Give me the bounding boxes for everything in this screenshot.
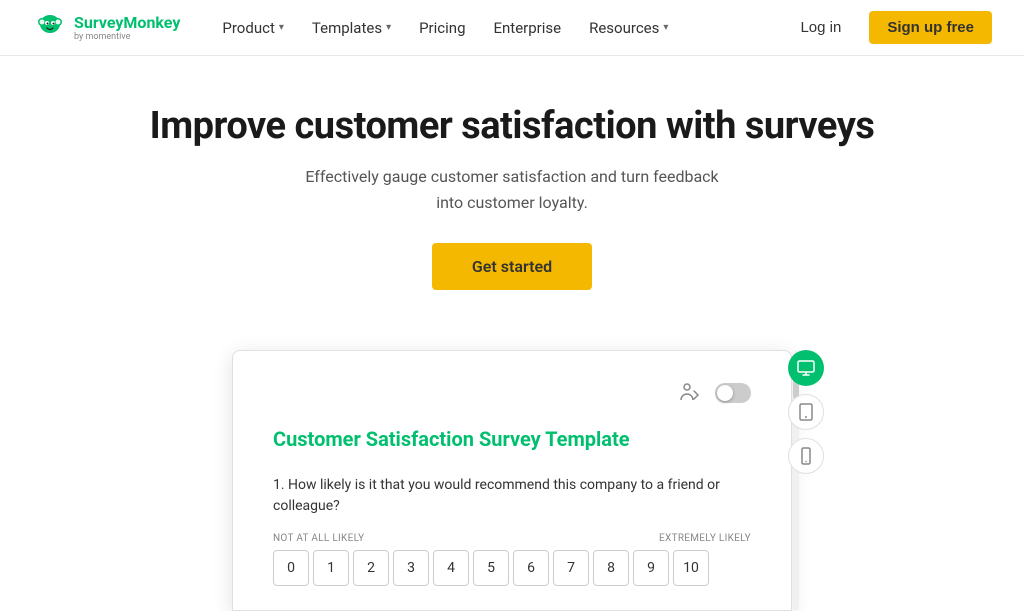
survey-title: Customer Satisfaction Survey Template: [273, 427, 751, 451]
chevron-down-icon: ▾: [386, 22, 391, 33]
get-started-button[interactable]: Get started: [432, 243, 592, 290]
login-button[interactable]: Log in: [784, 11, 857, 44]
logo[interactable]: SurveyMonkey by momentive: [32, 10, 180, 46]
nav-item-enterprise[interactable]: Enterprise: [484, 13, 572, 43]
accessibility-icon: [679, 383, 703, 403]
scale-num-8[interactable]: 8: [593, 550, 629, 586]
nav-item-pricing[interactable]: Pricing: [409, 13, 475, 43]
scale-label-right: EXTREMELY LIKELY: [659, 533, 751, 544]
scale-num-5[interactable]: 5: [473, 550, 509, 586]
chevron-down-icon: ▾: [279, 22, 284, 33]
nav-links: Product ▾ Templates ▾ Pricing Enterprise…: [212, 13, 678, 43]
scale-num-0[interactable]: 0: [273, 550, 309, 586]
scale-num-4[interactable]: 4: [433, 550, 469, 586]
nav-label-templates: Templates: [312, 19, 382, 37]
scale-num-2[interactable]: 2: [353, 550, 389, 586]
scale-labels: NOT AT ALL LIKELY EXTREMELY LIKELY: [273, 533, 751, 544]
scale-num-7[interactable]: 7: [553, 550, 589, 586]
brand-tagline: by momentive: [74, 32, 180, 42]
card-top-bar: [273, 383, 751, 403]
brand-name: SurveyMonkey: [74, 13, 180, 32]
nav-label-resources: Resources: [589, 19, 659, 37]
survey-card: Customer Satisfaction Survey Template 1.…: [232, 350, 792, 611]
hero-section: Improve customer satisfaction with surve…: [0, 56, 1024, 322]
scale-container: NOT AT ALL LIKELY EXTREMELY LIKELY 0 1 2…: [273, 533, 751, 586]
tablet-view-button[interactable]: [788, 394, 824, 430]
nav-item-templates[interactable]: Templates ▾: [302, 13, 401, 43]
scale-num-1[interactable]: 1: [313, 550, 349, 586]
scale-num-6[interactable]: 6: [513, 550, 549, 586]
scale-num-10[interactable]: 10: [673, 550, 709, 586]
navbar: SurveyMonkey by momentive Product ▾ Temp…: [0, 0, 1024, 56]
scale-num-3[interactable]: 3: [393, 550, 429, 586]
navbar-left: SurveyMonkey by momentive Product ▾ Temp…: [32, 10, 678, 46]
scale-numbers: 0 1 2 3 4 5 6 7 8 9 10: [273, 550, 751, 586]
mobile-view-button[interactable]: [788, 438, 824, 474]
scale-label-left: NOT AT ALL LIKELY: [273, 533, 364, 544]
surveymonkey-logo: [32, 10, 68, 46]
desktop-view-button[interactable]: [788, 350, 824, 386]
nav-item-resources[interactable]: Resources ▾: [579, 13, 678, 43]
chevron-down-icon: ▾: [663, 22, 668, 33]
nav-item-product[interactable]: Product ▾: [212, 13, 293, 43]
nav-label-enterprise: Enterprise: [494, 19, 562, 37]
preview-section: Customer Satisfaction Survey Template 1.…: [0, 322, 1024, 611]
scale-num-9[interactable]: 9: [633, 550, 669, 586]
view-toggle-icons: [788, 350, 824, 474]
toggle-switch[interactable]: [715, 383, 751, 403]
brand-name-block: SurveyMonkey by momentive: [74, 13, 180, 42]
hero-subtitle: Effectively gauge customer satisfaction …: [302, 164, 722, 215]
survey-question: 1. How likely is it that you would recom…: [273, 475, 751, 517]
signup-button[interactable]: Sign up free: [869, 11, 992, 44]
navbar-right: Log in Sign up free: [784, 11, 992, 44]
hero-title: Improve customer satisfaction with surve…: [20, 104, 1004, 148]
nav-label-pricing: Pricing: [419, 19, 465, 37]
nav-label-product: Product: [222, 19, 274, 37]
